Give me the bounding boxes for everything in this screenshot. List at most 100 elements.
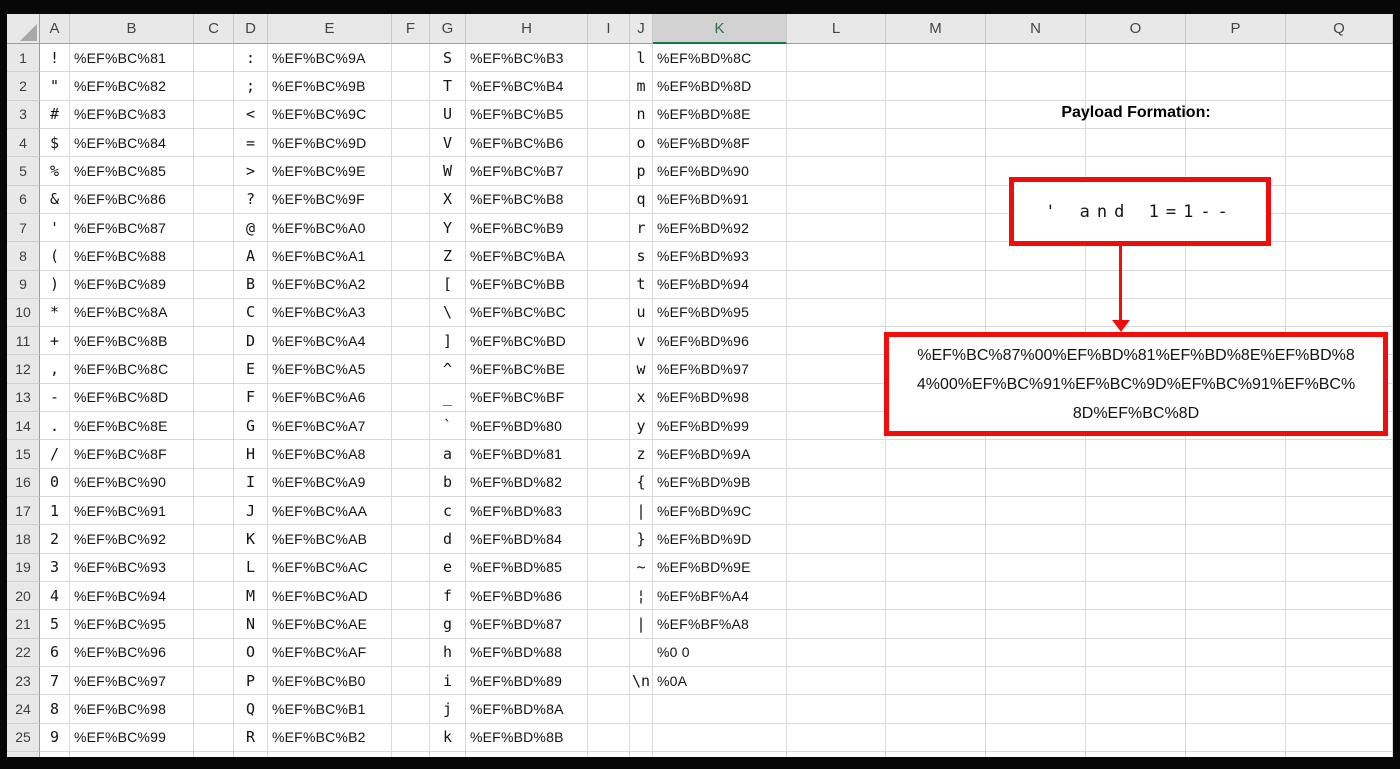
cell-G14[interactable]: `	[430, 412, 466, 441]
cell-E13[interactable]: %EF%BC%A6	[268, 383, 392, 413]
cell-B17[interactable]: %EF%BC%91	[70, 497, 194, 526]
cell-L15[interactable]	[787, 440, 886, 469]
cell-K17[interactable]: %EF%BD%9C	[653, 497, 787, 526]
cell-C20[interactable]	[194, 581, 234, 611]
cell-D3[interactable]: <	[234, 100, 268, 129]
cell-N10[interactable]	[986, 298, 1086, 328]
cell-E15[interactable]: %EF%BC%A8	[268, 440, 392, 469]
cell-G7[interactable]: Y	[430, 213, 466, 243]
cell-N16[interactable]	[986, 468, 1086, 497]
cell-N18[interactable]	[986, 525, 1086, 554]
cell-Q22[interactable]	[1286, 638, 1393, 667]
cell-I24[interactable]	[588, 695, 630, 724]
cell-B23[interactable]: %EF%BC%97	[70, 666, 194, 696]
cell-F10[interactable]	[392, 298, 430, 328]
cell-E11[interactable]: %EF%BC%A4	[268, 327, 392, 356]
cell-L2[interactable]	[787, 72, 886, 101]
cell-H22[interactable]: %EF%BD%88	[466, 638, 588, 667]
cell-B10[interactable]: %EF%BC%8A	[70, 298, 194, 328]
cell-K24[interactable]	[653, 695, 787, 724]
cell-A8[interactable]: (	[40, 242, 70, 271]
cell-K21[interactable]: %EF%BF%A8	[653, 610, 787, 639]
cell-L7[interactable]	[787, 213, 886, 243]
cell-H10[interactable]: %EF%BC%BC	[466, 298, 588, 328]
row-header-7[interactable]: 7	[7, 213, 40, 243]
cell-C8[interactable]	[194, 242, 234, 271]
cell-J2[interactable]: m	[630, 72, 653, 101]
column-header-G[interactable]: G	[430, 14, 466, 44]
cell-D18[interactable]: K	[234, 525, 268, 554]
cell-L1[interactable]	[787, 44, 886, 73]
row-header-1[interactable]: 1	[7, 44, 40, 73]
cell-N8[interactable]	[986, 242, 1086, 271]
cell-C14[interactable]	[194, 412, 234, 441]
cell-Q21[interactable]	[1286, 610, 1393, 639]
column-header-I[interactable]: I	[588, 14, 630, 44]
cell-J18[interactable]: }	[630, 525, 653, 554]
cell-L8[interactable]	[787, 242, 886, 271]
cell-O22[interactable]	[1086, 638, 1186, 667]
cell-M20[interactable]	[886, 581, 986, 611]
cell-L21[interactable]	[787, 610, 886, 639]
cell-K25[interactable]	[653, 723, 787, 752]
cell-O4[interactable]	[1086, 128, 1186, 158]
cell-N2[interactable]	[986, 72, 1086, 101]
cell-A19[interactable]: 3	[40, 553, 70, 582]
column-header-J[interactable]: J	[630, 14, 653, 44]
cell-O23[interactable]	[1086, 666, 1186, 696]
row-header-24[interactable]: 24	[7, 695, 40, 724]
row-header-18[interactable]: 18	[7, 525, 40, 554]
cell-Q6[interactable]	[1286, 185, 1393, 214]
cell-G22[interactable]: h	[430, 638, 466, 667]
cell-J25[interactable]	[630, 723, 653, 752]
cell-G19[interactable]: e	[430, 553, 466, 582]
cell-O8[interactable]	[1086, 242, 1186, 271]
cell-A24[interactable]: 8	[40, 695, 70, 724]
cell-A25[interactable]: 9	[40, 723, 70, 752]
cell-G25[interactable]: k	[430, 723, 466, 752]
cell-H20[interactable]: %EF%BD%86	[466, 581, 588, 611]
cell-N22[interactable]	[986, 638, 1086, 667]
cell-G9[interactable]: [	[430, 270, 466, 299]
cell-K12[interactable]: %EF%BD%97	[653, 355, 787, 384]
cell-B22[interactable]: %EF%BC%96	[70, 638, 194, 667]
cell-A17[interactable]: 1	[40, 497, 70, 526]
cell-C19[interactable]	[194, 553, 234, 582]
cell-B4[interactable]: %EF%BC%84	[70, 128, 194, 158]
cell-M10[interactable]	[886, 298, 986, 328]
cell-J1[interactable]: l	[630, 44, 653, 73]
cell-A20[interactable]: 4	[40, 581, 70, 611]
cell-G4[interactable]: V	[430, 128, 466, 158]
cell-I11[interactable]	[588, 327, 630, 356]
cell-Q17[interactable]	[1286, 497, 1393, 526]
cell-G8[interactable]: Z	[430, 242, 466, 271]
cell-H6[interactable]: %EF%BC%B8	[466, 185, 588, 214]
cell-F14[interactable]	[392, 412, 430, 441]
cell-L12[interactable]	[787, 355, 886, 384]
cell-G11[interactable]: ]	[430, 327, 466, 356]
cell-M19[interactable]	[886, 553, 986, 582]
column-header-H[interactable]: H	[466, 14, 588, 44]
cell-H13[interactable]: %EF%BC%BF	[466, 383, 588, 413]
cell-B21[interactable]: %EF%BC%95	[70, 610, 194, 639]
cell-A11[interactable]: +	[40, 327, 70, 356]
cell-E3[interactable]: %EF%BC%9C	[268, 100, 392, 129]
cell-H18[interactable]: %EF%BD%84	[466, 525, 588, 554]
cell-P2[interactable]	[1186, 72, 1286, 101]
cell-K8[interactable]: %EF%BD%93	[653, 242, 787, 271]
row-header-9[interactable]: 9	[7, 270, 40, 299]
cell-F24[interactable]	[392, 695, 430, 724]
cell-C4[interactable]	[194, 128, 234, 158]
cell-A16[interactable]: 0	[40, 468, 70, 497]
cell-N25[interactable]	[986, 723, 1086, 752]
cell-F19[interactable]	[392, 553, 430, 582]
cell-Q20[interactable]	[1286, 581, 1393, 611]
cell-B20[interactable]: %EF%BC%94	[70, 581, 194, 611]
cell-A13[interactable]: -	[40, 383, 70, 413]
cell-E6[interactable]: %EF%BC%9F	[268, 185, 392, 214]
cell-O17[interactable]	[1086, 497, 1186, 526]
cell-C2[interactable]	[194, 72, 234, 101]
cell-L23[interactable]	[787, 666, 886, 696]
cell-C21[interactable]	[194, 610, 234, 639]
cell-Q15[interactable]	[1286, 440, 1393, 469]
